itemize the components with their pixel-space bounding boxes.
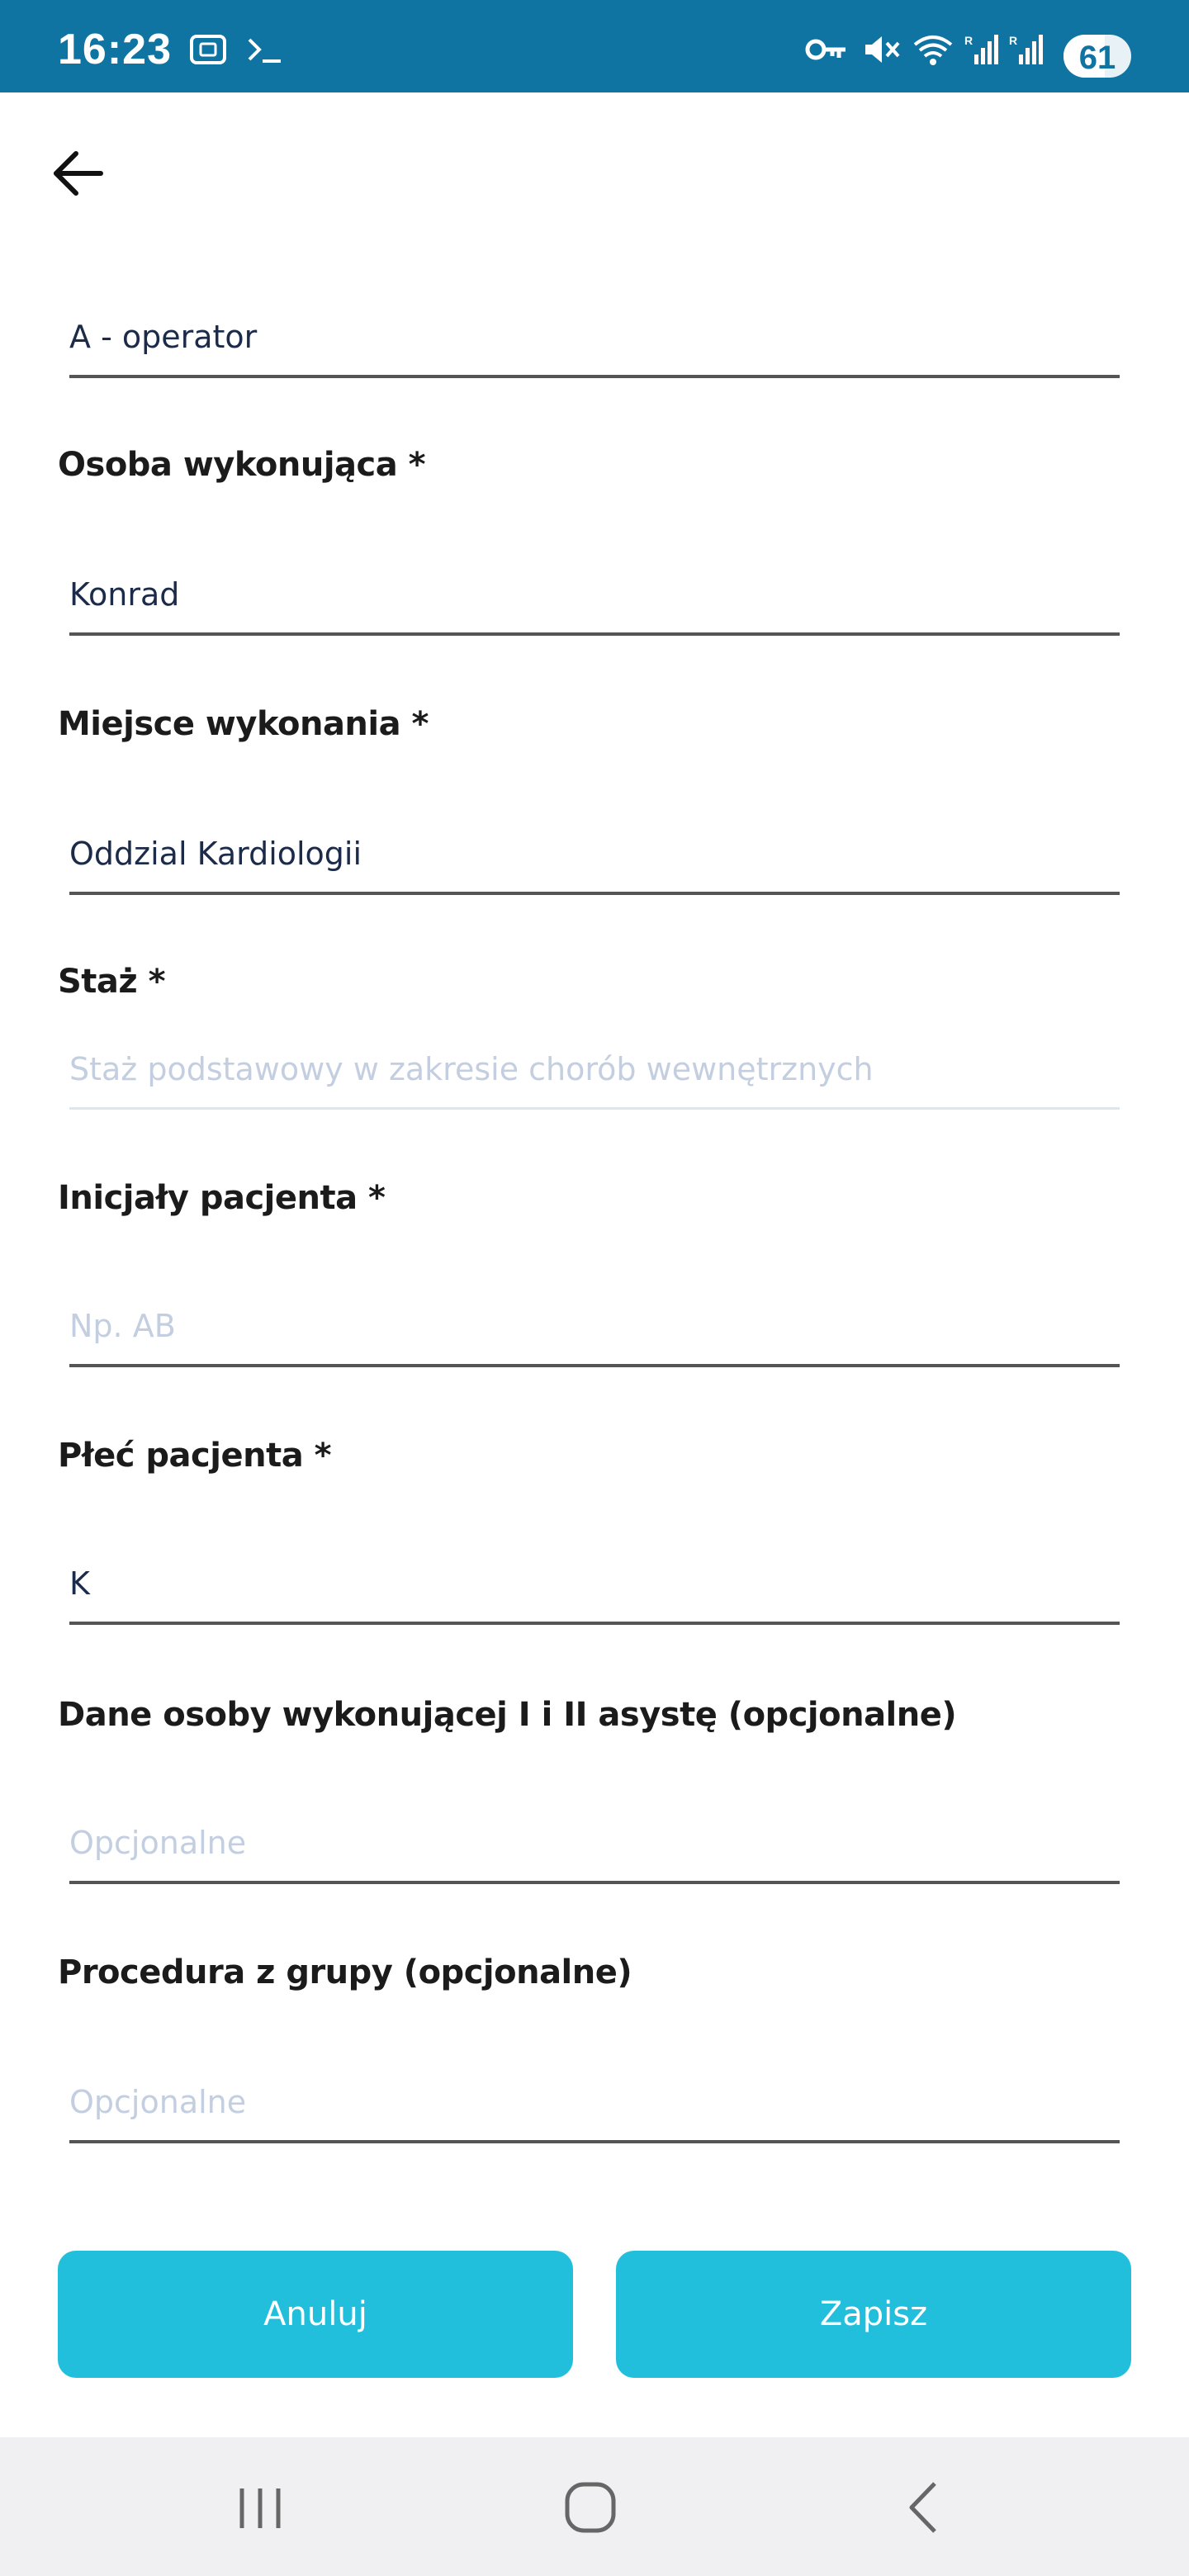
back-icon	[909, 2482, 936, 2533]
arrow-left-icon	[54, 151, 103, 196]
home-icon	[565, 2482, 616, 2533]
patient-initials-input[interactable]	[69, 1288, 1120, 1367]
svg-text:R: R	[964, 34, 973, 47]
group-procedure-input[interactable]	[69, 2064, 1120, 2143]
recents-icon	[239, 2488, 281, 2528]
navigation-bar	[0, 2437, 1189, 2576]
home-button[interactable]	[549, 2470, 632, 2545]
status-time: 16:23	[58, 26, 172, 73]
save-button[interactable]: Zapisz	[616, 2251, 1131, 2378]
patient-sex-label: Płeć pacjenta *	[58, 1437, 332, 1475]
assistants-label: Dane osoby wykonującej I i II asystę (op…	[58, 1696, 957, 1734]
terminal-icon	[248, 38, 281, 63]
battery-indicator: 61	[1063, 35, 1131, 78]
assistants-input[interactable]	[69, 1805, 1120, 1884]
performer-input[interactable]	[69, 556, 1120, 636]
signal-icon: R	[1009, 34, 1043, 64]
mute-icon	[865, 36, 900, 63]
system-back-button[interactable]	[882, 2470, 964, 2545]
group-procedure-label: Procedura z grupy (opcjonalne)	[58, 1953, 632, 1991]
signal-icon: R	[964, 34, 998, 64]
status-bar: 16:23 R R 61	[0, 0, 1189, 92]
place-input[interactable]	[69, 816, 1120, 895]
back-button[interactable]	[46, 140, 112, 206]
vpn-key-icon	[805, 39, 846, 60]
place-label: Miejsce wykonania *	[58, 705, 429, 743]
svg-text:R: R	[1009, 34, 1017, 47]
patient-initials-label: Inicjały pacjenta *	[58, 1179, 386, 1217]
internship-label: Staż *	[58, 963, 166, 1001]
cancel-button[interactable]: Anuluj	[58, 2251, 573, 2378]
patient-sex-input[interactable]	[69, 1546, 1120, 1625]
internship-select[interactable]	[69, 1030, 1120, 1110]
wifi-icon	[913, 36, 953, 65]
performer-label: Osoba wykonująca *	[58, 446, 426, 484]
role-input[interactable]	[69, 299, 1120, 378]
screenshot-icon	[190, 35, 226, 64]
battery-percentage: 61	[1078, 40, 1116, 76]
recents-button[interactable]	[219, 2470, 301, 2545]
